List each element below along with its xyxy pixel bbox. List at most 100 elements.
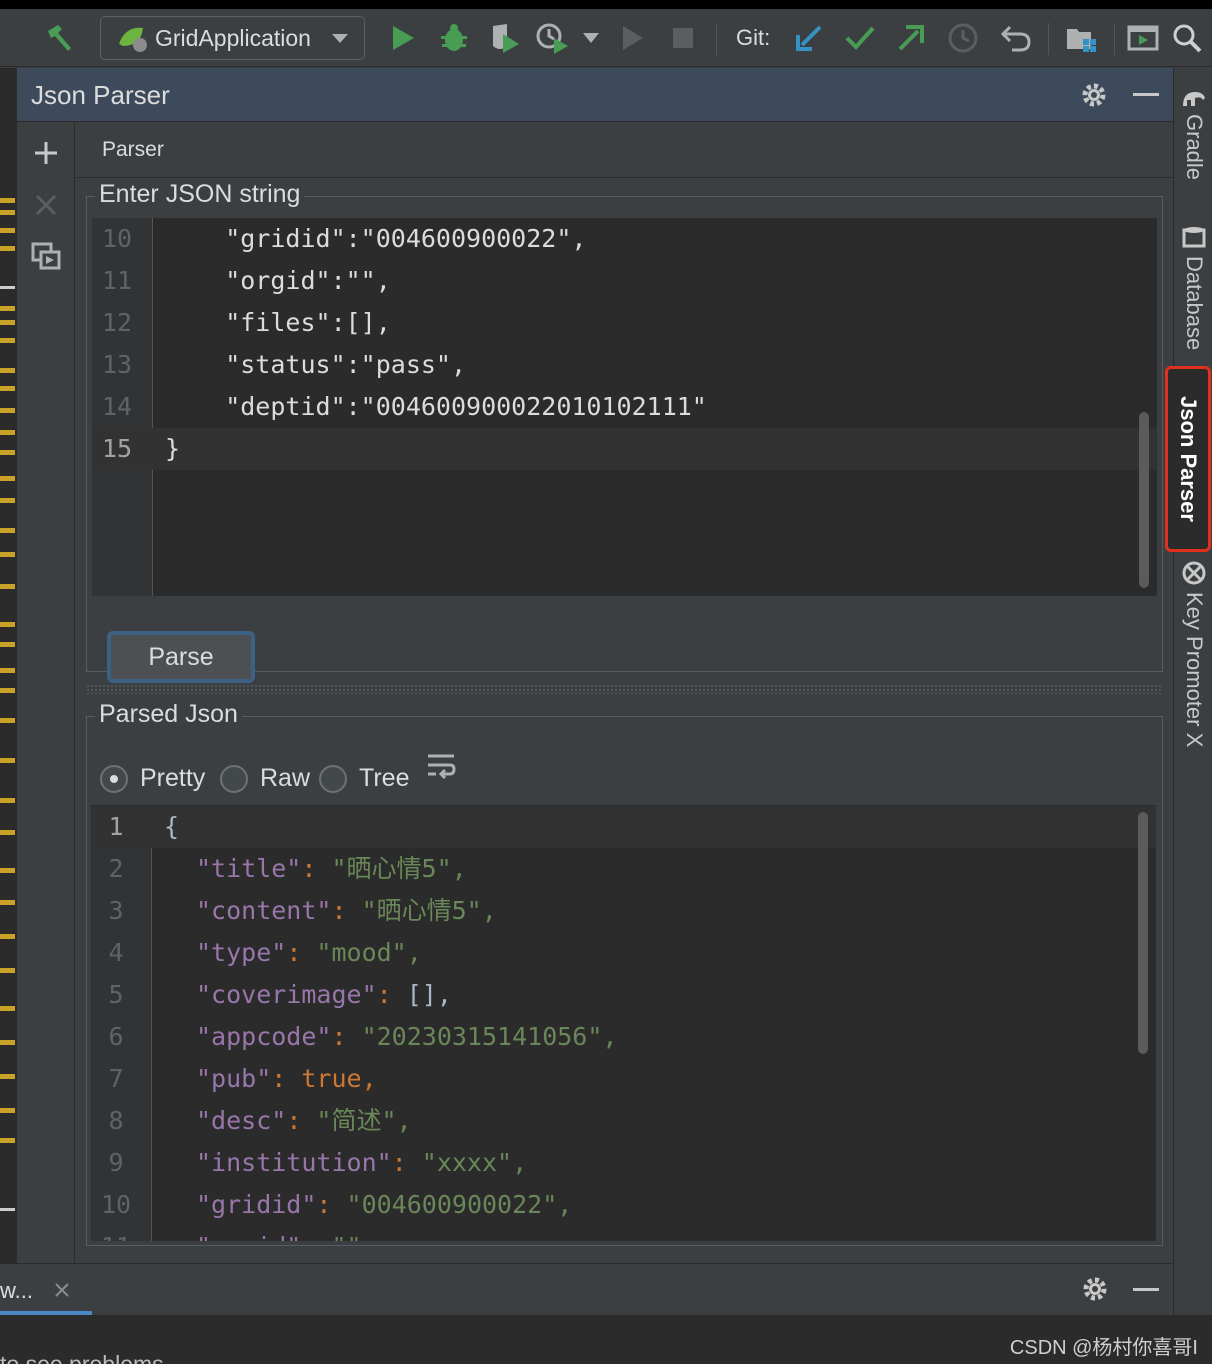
git-update-arrow-icon[interactable] (792, 21, 826, 55)
line-number: 11 (91, 1226, 141, 1241)
code-line: 9 "institution": "xxxx", (91, 1142, 1156, 1184)
right-tab-gradle-label: Gradle (1182, 114, 1207, 181)
tab-parser[interactable]: Parser (102, 138, 164, 162)
database-icon (1182, 227, 1206, 248)
radio-tree-label: Tree (359, 764, 410, 792)
line-number: 11 (101, 266, 133, 295)
line-number: 2 (108, 854, 124, 883)
stop-icon (666, 21, 700, 55)
input-group: Enter JSON string 10 "gridid":"004600900… (86, 180, 1163, 683)
input-scrollbar[interactable] (1139, 412, 1149, 588)
json-key: "coverimage" (196, 980, 377, 1009)
right-tool-stripe: Gradle Database Key Promoter X (1173, 68, 1212, 1318)
json-separator: : (271, 1064, 302, 1093)
settings-gear-icon[interactable] (1079, 80, 1109, 115)
json-key: "desc" (196, 1106, 287, 1135)
json-key: "appcode" (196, 1022, 332, 1051)
json-value: true, (301, 1064, 377, 1093)
radio-pretty-label: Pretty (140, 764, 206, 792)
code-line: 12 "files":[], (92, 302, 1157, 344)
radio-raw[interactable]: Raw (220, 764, 310, 793)
code-text: "pub": true, (196, 1058, 377, 1100)
run-configuration-selector[interactable]: GridApplication (100, 16, 365, 60)
json-parser-panel: Enter JSON string 10 "gridid":"004600900… (76, 178, 1173, 1263)
radio-raw-indicator (220, 764, 248, 793)
line-number: 15 (101, 434, 133, 463)
parse-button[interactable]: Parse (107, 631, 255, 683)
more-run-options-chevron-icon[interactable] (578, 21, 604, 55)
json-value: "简述", (316, 1106, 412, 1135)
content-tab-row: Parser (76, 122, 1173, 178)
right-tab-json-parser[interactable]: Json Parser (1165, 366, 1211, 552)
restore-layout-icon[interactable] (31, 242, 61, 277)
git-rollback-icon[interactable] (999, 21, 1033, 55)
code-text: "coverimage": [], (196, 974, 452, 1016)
input-group-legend: Enter JSON string (95, 180, 305, 209)
toolbar-separator (716, 23, 717, 55)
gradle-elephant-icon (1183, 92, 1205, 106)
add-tab-plus-icon[interactable] (33, 140, 59, 171)
line-number: 8 (108, 1106, 124, 1135)
soft-wrap-icon[interactable] (426, 752, 456, 785)
git-commit-check-icon[interactable] (843, 21, 877, 55)
minimize-icon[interactable] (1133, 1288, 1159, 1291)
minimize-icon[interactable] (1133, 93, 1159, 96)
editor-edge-strip (0, 68, 17, 1263)
parsed-json-viewer[interactable]: 1{2 "title": "晒心情5", 3 "content": "晒心情5", 4 "… (91, 805, 1156, 1241)
json-separator: : (331, 1022, 362, 1051)
right-tab-database-label: Database (1182, 256, 1207, 351)
json-value: [], (406, 980, 452, 1009)
debug-bug-icon[interactable] (437, 21, 471, 55)
json-input-editor[interactable]: 10 "gridid":"004600900022", 11 "orgid":""… (92, 218, 1157, 596)
code-line: 10 "gridid": "004600900022", (91, 1184, 1156, 1226)
code-text: "content": "晒心情5", (196, 890, 497, 932)
line-number: 4 (108, 938, 124, 967)
json-key: "orgid" (196, 1232, 301, 1241)
json-separator: : (391, 1148, 422, 1177)
json-separator: : (286, 938, 317, 967)
code-text: { (164, 806, 179, 848)
profiler-clock-icon[interactable] (536, 21, 570, 55)
close-tab-icon[interactable] (54, 1282, 70, 1303)
code-text: "status":"pass", (165, 350, 467, 379)
json-value: "晒心情5", (361, 896, 497, 925)
settings-gear-icon[interactable] (1080, 1274, 1110, 1309)
panel-splitter[interactable] (86, 684, 1163, 694)
right-tab-database[interactable]: Database (1176, 226, 1212, 361)
search-icon[interactable] (1170, 21, 1204, 55)
run-icon[interactable] (386, 21, 420, 55)
code-text: "deptid":"004600900022010102111" (165, 392, 707, 421)
bottom-tool-window-content: to see problems CSDN @杨村你喜哥I (0, 1315, 1212, 1364)
line-number: 3 (108, 896, 124, 925)
line-number: 10 (100, 1190, 132, 1219)
bottom-tab-label[interactable]: w... (0, 1278, 33, 1304)
coverage-shield-icon[interactable] (488, 21, 522, 55)
json-separator: : (376, 980, 407, 1009)
radio-tree[interactable]: Tree (319, 764, 409, 793)
close-tab-icon (35, 194, 57, 221)
json-value: "xxxx", (421, 1148, 528, 1177)
radio-pretty[interactable]: Pretty (100, 764, 205, 793)
output-scrollbar[interactable] (1138, 812, 1148, 1054)
git-label: Git: (736, 25, 771, 50)
line-number: 12 (101, 308, 133, 337)
code-text: "type": "mood", (196, 932, 422, 974)
project-structure-icon[interactable] (1064, 21, 1098, 55)
presentation-screen-icon[interactable] (1126, 21, 1160, 55)
git-push-arrow-icon[interactable] (894, 21, 928, 55)
main-toolbar: GridApplication Git: (0, 9, 1212, 67)
code-line: 14 "deptid":"004600900022010102111" (92, 386, 1157, 428)
top-strip (0, 0, 1212, 9)
right-tab-key-promoter[interactable]: Key Promoter X (1176, 560, 1212, 756)
json-key: "gridid" (196, 1190, 317, 1219)
json-value: { (164, 812, 180, 841)
line-number: 7 (108, 1064, 124, 1093)
build-hammer-icon[interactable] (42, 21, 76, 55)
chevron-down-icon (332, 34, 348, 43)
json-value: "mood", (316, 938, 422, 967)
code-line: 11 "orgid":"", (92, 260, 1157, 302)
right-tab-json-parser-label: Json Parser (1176, 396, 1201, 522)
right-tab-gradle[interactable]: Gradle (1176, 86, 1212, 198)
code-line: 15} (92, 428, 1157, 470)
code-line: 10 "gridid":"004600900022", (92, 218, 1157, 260)
